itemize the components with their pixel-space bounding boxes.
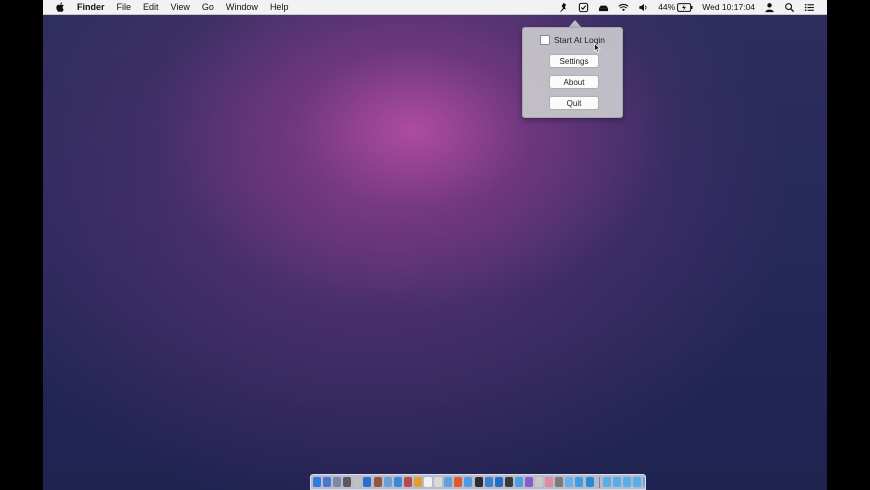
dock-app-icon[interactable] [565,477,574,487]
dock-separator [598,476,600,488]
dock-app-icon[interactable] [504,477,513,487]
spotlight-icon[interactable] [784,2,795,13]
menu-help[interactable]: Help [270,2,289,12]
dock-app-icon[interactable] [373,477,382,487]
dock-app-icon[interactable] [393,477,402,487]
dock-app-icon[interactable] [494,477,503,487]
dock-folder-icon[interactable] [643,477,645,487]
volume-icon[interactable] [638,2,649,13]
settings-button[interactable]: Settings [549,54,599,68]
menu-view[interactable]: View [171,2,190,12]
dock [310,474,646,490]
dock-folder-icon[interactable] [612,477,621,487]
dock-folder-icon[interactable] [602,477,611,487]
user-icon[interactable] [764,2,775,13]
dock-app-icon[interactable] [343,477,352,487]
dock-app-icon[interactable] [535,477,544,487]
menu-edit[interactable]: Edit [143,2,159,12]
menu-finder[interactable]: Finder [77,2,105,12]
dock-app-icon[interactable] [454,477,463,487]
dock-app-icon[interactable] [575,477,584,487]
dock-app-icon[interactable] [363,477,372,487]
battery-indicator[interactable]: 44% [658,2,693,12]
menu-go[interactable]: Go [202,2,214,12]
apple-menu-icon[interactable] [55,2,65,12]
dock-app-icon[interactable] [464,477,473,487]
start-at-login-checkbox[interactable] [540,35,550,45]
notification-center-icon[interactable] [804,2,815,13]
dock-app-icon[interactable] [514,477,523,487]
dock-app-icon[interactable] [434,477,443,487]
status-menu-popup: Start At Login Settings About Quit [522,27,623,118]
dock-app-icon[interactable] [313,477,321,487]
menu-clock[interactable]: Wed 10:17:04 [702,2,755,12]
battery-percent: 44% [658,2,676,12]
mouse-cursor-icon [594,43,601,53]
dock-app-icon[interactable] [585,477,594,487]
menu-file[interactable]: File [117,2,132,12]
dock-folder-icon[interactable] [632,477,641,487]
wifi-icon[interactable] [618,2,629,13]
battery-charging-icon [677,2,693,12]
dock-app-icon[interactable] [413,477,422,487]
dock-app-icon[interactable] [383,477,392,487]
quit-button[interactable]: Quit [549,96,599,110]
menu-window[interactable]: Window [226,2,258,12]
dock-app-icon[interactable] [424,477,433,487]
checkbox-status-icon[interactable] [578,2,589,13]
dock-app-icon[interactable] [353,477,362,487]
drive-icon[interactable] [598,2,609,13]
dock-app-icon[interactable] [444,477,453,487]
dock-folder-icon[interactable] [622,477,631,487]
dock-app-icon[interactable] [474,477,483,487]
dock-app-icon[interactable] [403,477,412,487]
pin-app-icon[interactable] [558,2,569,13]
about-button[interactable]: About [549,75,599,89]
dock-app-icon[interactable] [545,477,554,487]
dock-app-icon[interactable] [333,477,342,487]
dock-app-icon[interactable] [484,477,493,487]
desktop-background: Finder File Edit View Go Window Help 44%… [43,0,827,490]
menu-bar: Finder File Edit View Go Window Help 44%… [43,0,827,15]
dock-app-icon[interactable] [524,477,533,487]
dock-app-icon[interactable] [555,477,564,487]
dock-app-icon[interactable] [323,477,332,487]
